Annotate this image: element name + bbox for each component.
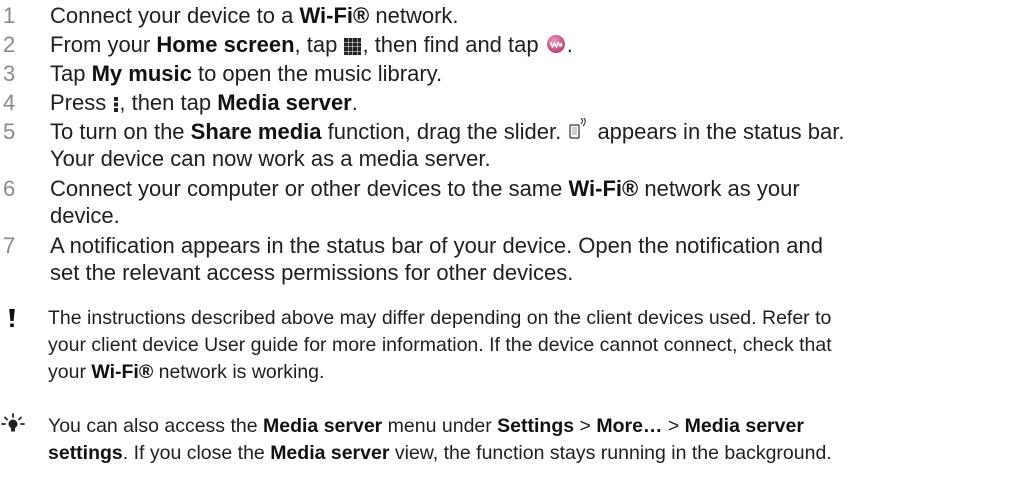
step-text: To turn on the Share media function, dra… bbox=[50, 116, 1030, 144]
step-number: 1 bbox=[3, 3, 16, 28]
step-text-line2: device. bbox=[50, 203, 120, 228]
walkman-app-icon bbox=[546, 34, 566, 54]
tip-line-1: You can also access the Media server men… bbox=[48, 414, 1033, 440]
settings-term: Settings bbox=[497, 415, 575, 437]
step-text-line2: Your device can now work as a media serv… bbox=[50, 146, 491, 171]
step-number: 3 bbox=[3, 61, 16, 86]
step-text: Connect your device to a Wi-Fi® network. bbox=[50, 4, 1030, 28]
step-number: 2 bbox=[3, 32, 16, 57]
step-number: 5 bbox=[3, 119, 16, 144]
share-media-term: Share media bbox=[190, 119, 322, 144]
step-text-part: appears in the status bar. bbox=[591, 119, 845, 144]
step-text: Connect your computer or other devices t… bbox=[50, 177, 1030, 201]
media-share-status-icon bbox=[568, 116, 590, 140]
more-term: More… bbox=[596, 415, 663, 437]
step-text-part: To turn on the bbox=[50, 119, 191, 144]
step-text-part: to open the music library. bbox=[191, 61, 443, 86]
tip-text-part: You can also access the bbox=[48, 415, 264, 437]
apps-grid-icon bbox=[344, 36, 362, 55]
lightbulb-icon bbox=[0, 412, 26, 438]
step-text-part: Press bbox=[50, 90, 113, 115]
media-server-term: Media server bbox=[270, 442, 390, 464]
media-server-term: Media server bbox=[263, 415, 383, 437]
step-text-part: Connect your computer or other devices t… bbox=[50, 176, 569, 201]
my-music-term: My music bbox=[91, 61, 192, 86]
tip-text-part: . If you close the bbox=[122, 442, 271, 464]
step-text-part: From your bbox=[50, 32, 157, 57]
note-text-part: your bbox=[48, 361, 92, 383]
step-text-part: Connect your device to a bbox=[50, 3, 300, 28]
tip-text-part: > bbox=[662, 415, 685, 437]
tip-line-2: settings. If you close the Media server … bbox=[48, 441, 1033, 467]
home-screen-term: Home screen bbox=[156, 32, 295, 57]
step-number: 4 bbox=[3, 90, 16, 115]
step-text: A notification appears in the status bar… bbox=[50, 233, 823, 258]
step-text-part: , then tap bbox=[119, 90, 218, 115]
step-text-part: Tap bbox=[50, 61, 92, 86]
step-number: 7 bbox=[3, 233, 16, 258]
step-text-part: , tap bbox=[294, 32, 344, 57]
step-text-line2: set the relevant access permissions for … bbox=[50, 260, 574, 285]
wifi-term: Wi-Fi® bbox=[91, 361, 154, 383]
wifi-term: Wi-Fi® bbox=[568, 176, 639, 201]
tip-text-part: > bbox=[574, 415, 597, 437]
step-text-part: . bbox=[351, 90, 358, 115]
step-text-part: network as your bbox=[638, 176, 800, 201]
step-text-part: . bbox=[566, 32, 573, 57]
step-text-part: network. bbox=[369, 3, 459, 28]
step-text: From your Home screen, tap , then find a… bbox=[50, 33, 1030, 57]
step-text-part: , then find and tap bbox=[362, 32, 545, 57]
wifi-term: Wi-Fi® bbox=[299, 3, 370, 28]
note-line-3: your Wi-Fi® network is working. bbox=[48, 360, 1033, 386]
tip-text-part: view, the function stays running in the … bbox=[389, 442, 832, 464]
step-text-part: function, drag the slider. bbox=[321, 119, 568, 144]
note-line-2: your client device User guide for more i… bbox=[48, 334, 832, 356]
step-number: 6 bbox=[3, 176, 16, 201]
media-server-term: Media server bbox=[217, 90, 352, 115]
media-server-term: Media server bbox=[684, 415, 804, 437]
tip-text-part: menu under bbox=[382, 415, 498, 437]
step-text: Press , then tap Media server. bbox=[50, 91, 1030, 115]
menu-dots-icon bbox=[113, 94, 119, 112]
step-text: Tap My music to open the music library. bbox=[50, 62, 1030, 86]
settings-term: settings bbox=[48, 442, 123, 464]
note-line-1: The instructions described above may dif… bbox=[48, 307, 832, 329]
exclamation-icon bbox=[8, 306, 16, 332]
note-text-part: network is working. bbox=[153, 361, 325, 383]
